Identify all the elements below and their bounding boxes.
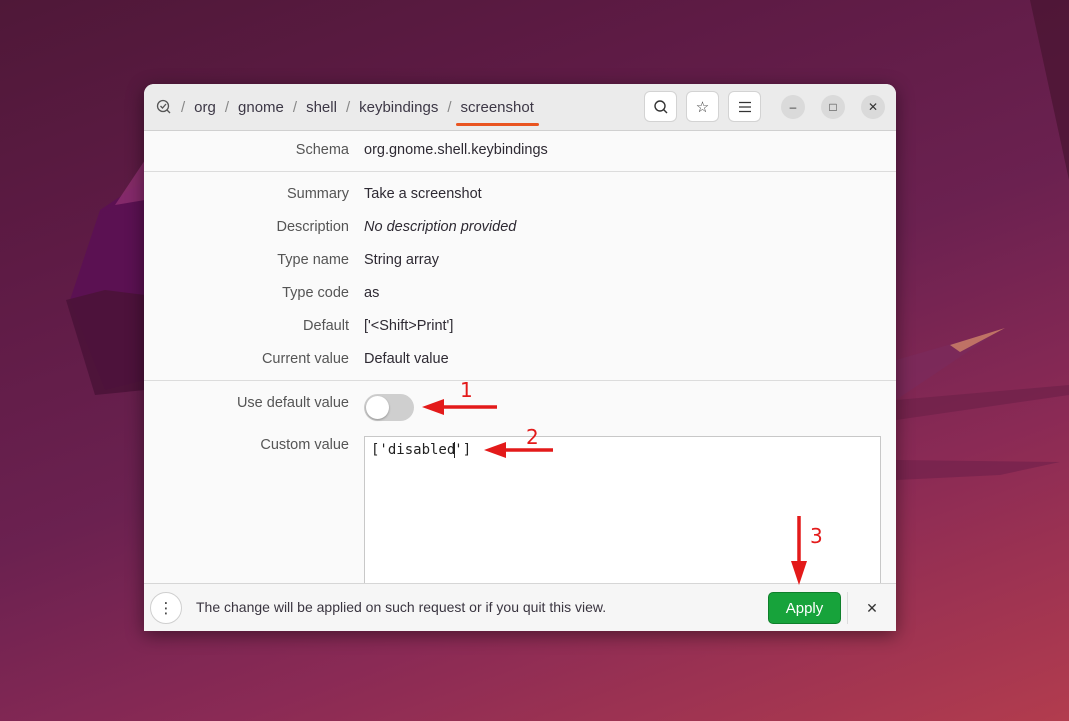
breadcrumb-separator: / — [292, 98, 298, 116]
custom-value-input[interactable]: ['disabled'] — [364, 436, 881, 596]
hamburger-menu-icon — [738, 101, 751, 112]
divider — [144, 380, 896, 381]
custom-value-text: ['disabled — [371, 442, 456, 458]
breadcrumb-org[interactable]: org — [194, 99, 216, 116]
property-value: as — [364, 285, 380, 301]
breadcrumb-gnome[interactable]: gnome — [238, 99, 284, 116]
breadcrumb: / org / gnome / shell / keybindings / sc… — [156, 84, 540, 130]
minimize-icon: – — [789, 100, 797, 114]
dconf-app-icon[interactable] — [156, 99, 172, 115]
search-icon — [653, 99, 667, 113]
key-details: Schema org.gnome.shell.keybindings Summa… — [144, 131, 896, 631]
property-label: Summary — [286, 186, 349, 202]
close-icon: ✕ — [866, 599, 878, 616]
property-value: org.gnome.shell.keybindings — [364, 142, 548, 158]
minimize-button[interactable]: – — [781, 95, 805, 119]
breadcrumb-separator: / — [447, 98, 452, 116]
property-value: No description provided — [364, 219, 517, 235]
search-button[interactable] — [644, 91, 677, 122]
dismiss-bar-button[interactable]: ✕ — [860, 596, 884, 620]
vertical-ellipsis-icon: ⋮ — [158, 600, 174, 617]
breadcrumb-separator: / — [224, 98, 230, 116]
custom-value-label: Custom value — [260, 437, 349, 453]
toggle-knob — [366, 396, 389, 419]
apply-button[interactable]: Apply — [768, 592, 841, 624]
property-label: Current value — [261, 351, 349, 367]
annotation-label-3: 3 — [810, 524, 823, 548]
pending-changes-bar: ⋮ The change will be applied on such req… — [144, 583, 896, 631]
divider — [847, 592, 848, 624]
property-label: Type code — [282, 285, 349, 301]
breadcrumb-separator: / — [345, 98, 351, 116]
use-default-label: Use default value — [236, 395, 349, 411]
property-value: Default value — [364, 351, 449, 367]
use-default-toggle[interactable] — [364, 394, 414, 421]
bookmarks-button[interactable]: ☆ — [686, 91, 719, 122]
main-menu-button[interactable] — [728, 91, 761, 122]
header-bar: / org / gnome / shell / keybindings / sc… — [144, 84, 896, 131]
property-value: Take a screenshot — [364, 186, 482, 202]
star-icon: ☆ — [695, 98, 710, 116]
more-options-button[interactable]: ⋮ — [150, 592, 182, 624]
close-window-button[interactable]: ✕ — [861, 95, 885, 119]
annotation-label-1: 1 — [460, 378, 473, 402]
custom-value-text-end: '] — [454, 442, 472, 458]
dconf-editor-window: / org / gnome / shell / keybindings / sc… — [144, 84, 896, 631]
pending-changes-message: The change will be applied on such reque… — [196, 599, 607, 615]
breadcrumb-screenshot[interactable]: screenshot — [455, 99, 540, 126]
divider — [144, 171, 896, 172]
property-value: String array — [364, 252, 439, 268]
breadcrumb-keybindings[interactable]: keybindings — [359, 99, 438, 116]
annotation-label-2: 2 — [526, 425, 539, 449]
property-label: Type name — [277, 252, 349, 268]
maximize-button[interactable]: □ — [821, 95, 845, 119]
breadcrumb-separator: / — [181, 98, 186, 116]
close-icon: ✕ — [867, 100, 879, 114]
property-label: Schema — [295, 142, 349, 158]
property-value: ['<Shift>Print'] — [364, 318, 454, 334]
maximize-icon: □ — [829, 100, 837, 114]
breadcrumb-shell[interactable]: shell — [306, 99, 337, 116]
property-label: Description — [276, 219, 349, 235]
property-label: Default — [303, 318, 349, 334]
